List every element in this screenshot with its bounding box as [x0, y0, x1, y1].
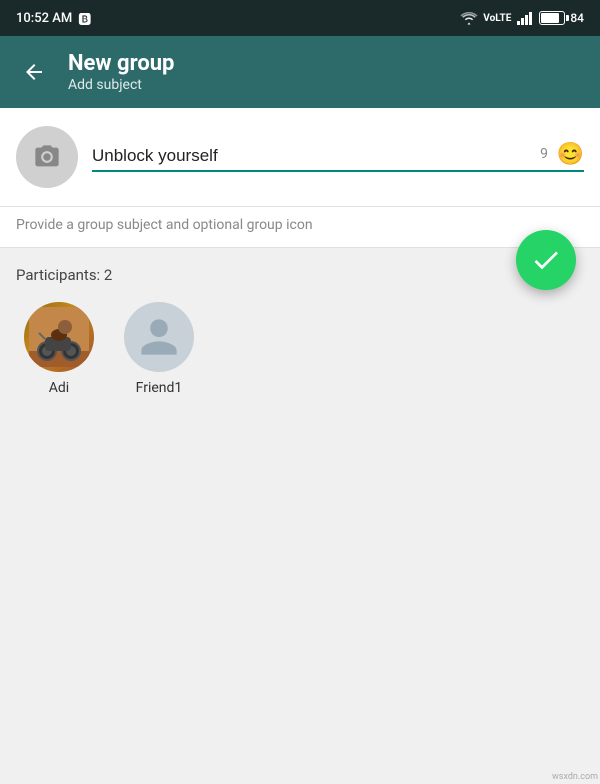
battery-icon [539, 11, 565, 25]
wifi-icon [460, 11, 478, 25]
app-bar: New group Add subject [0, 36, 600, 108]
subject-section: 9 😊 [0, 108, 600, 207]
status-bar: 10:52 AM 🅱 VoLTE 84 [0, 0, 600, 36]
time-display: 10:52 AM [16, 11, 72, 26]
participant-adi: Adi [24, 302, 94, 396]
adi-avatar [24, 302, 94, 372]
participants-section: Participants: 2 [0, 248, 600, 406]
participants-label: Participants: 2 [16, 266, 584, 284]
adi-photo [29, 307, 89, 367]
group-name-input[interactable] [92, 142, 584, 172]
emoji-button[interactable]: 😊 [557, 142, 584, 167]
group-icon-button[interactable] [16, 126, 78, 188]
hint-text: Provide a group subject and optional gro… [0, 207, 600, 248]
signal-icon [516, 11, 534, 25]
volte-icon: VoLTE [483, 13, 511, 24]
back-button[interactable] [16, 54, 52, 90]
friend1-name: Friend1 [136, 380, 183, 396]
participant-friend1: Friend1 [124, 302, 194, 396]
person-icon [137, 315, 181, 359]
camera-icon [33, 143, 61, 171]
confirm-fab[interactable] [516, 230, 576, 290]
status-bar-left: 10:52 AM 🅱 [16, 9, 91, 28]
status-bar-right: VoLTE 84 [460, 11, 584, 25]
app-bar-title: New group [68, 51, 174, 77]
battery-level: 84 [570, 11, 584, 25]
adi-name: Adi [49, 380, 69, 396]
friend1-avatar [124, 302, 194, 372]
group-name-input-area: 9 😊 [92, 142, 584, 172]
char-count: 9 [540, 146, 548, 162]
participants-list: Adi Friend1 [16, 302, 584, 396]
watermark: wsxdn.com [552, 772, 598, 782]
app-bar-subtitle: Add subject [68, 77, 174, 93]
check-icon [530, 244, 562, 276]
notification-icon: 🅱 [78, 9, 91, 28]
app-bar-title-section: New group Add subject [68, 51, 174, 93]
